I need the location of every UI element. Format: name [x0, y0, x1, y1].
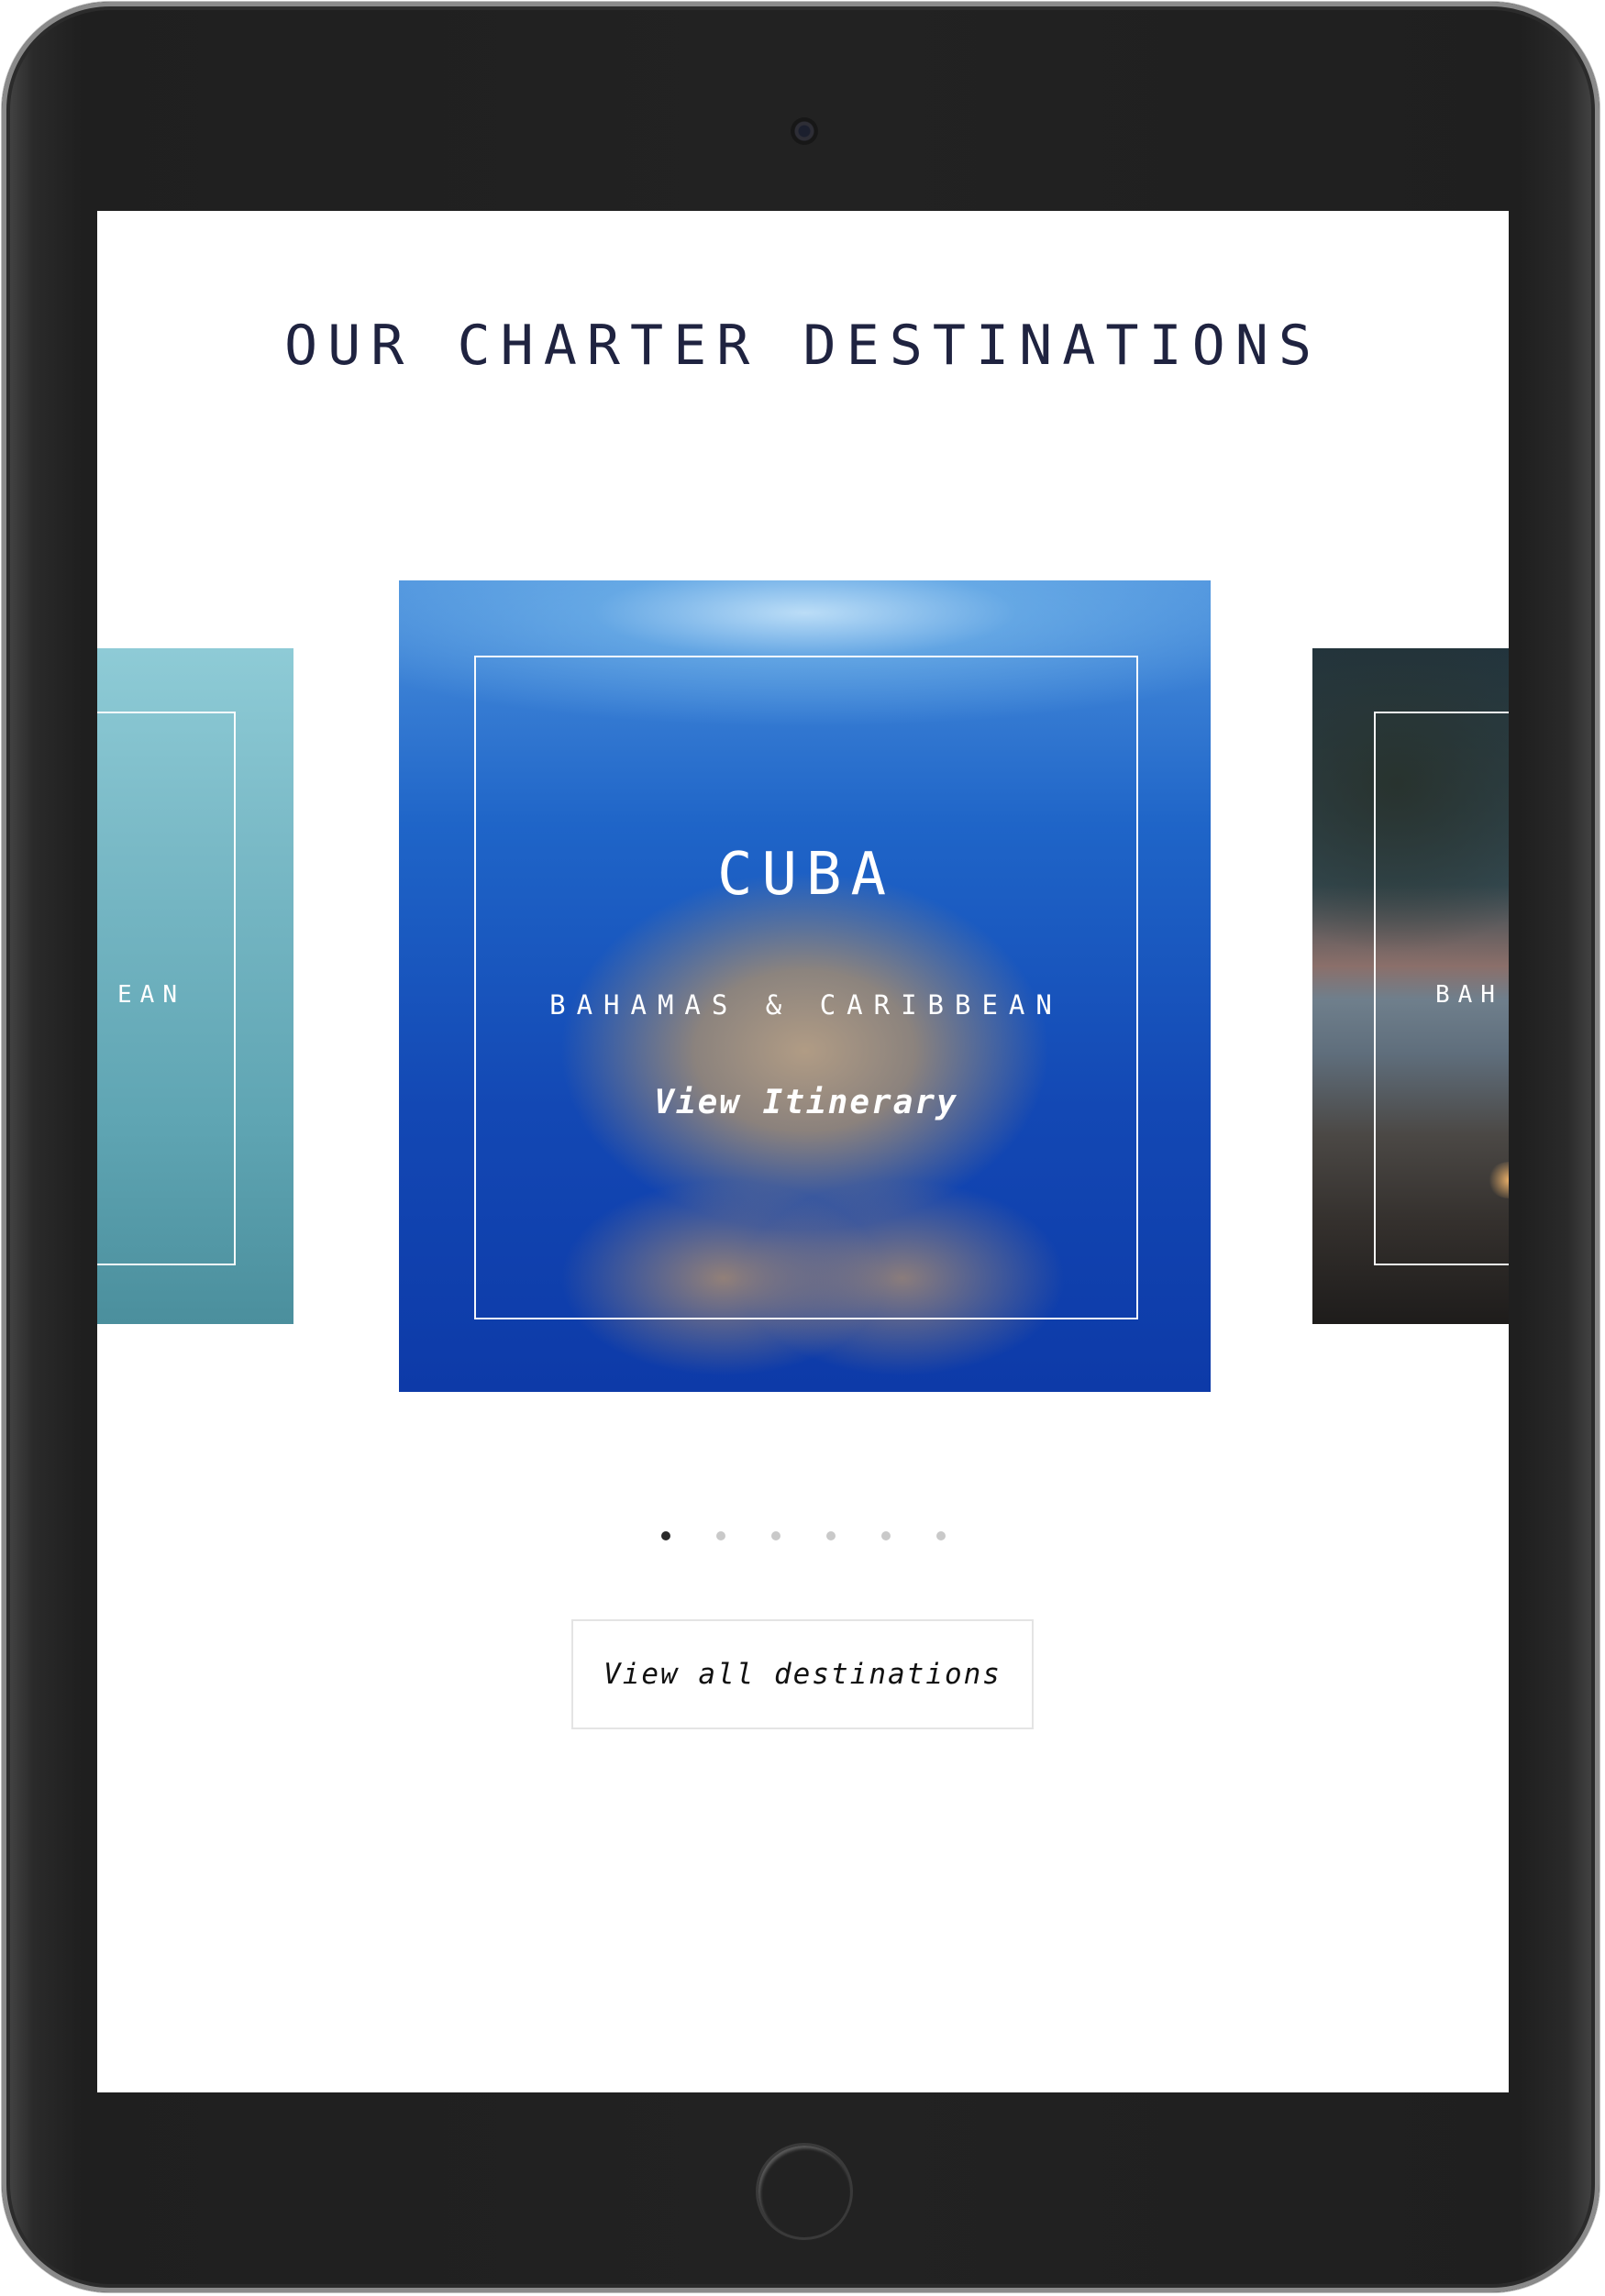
- slide-frame: CUBA BAHAMAS & CARIBBEAN View Itinerary: [474, 656, 1138, 1319]
- carousel-pagination: [97, 1531, 1509, 1540]
- carousel-dot-6[interactable]: [935, 1531, 946, 1540]
- page-title: OUR CHARTER DESTINATIONS: [284, 314, 1322, 378]
- next-slide-subtitle: BAH: [1435, 981, 1503, 1009]
- carousel-dot-5[interactable]: [880, 1531, 891, 1540]
- tablet-screen: OUR CHARTER DESTINATIONS EAN CUBA BAHAMA…: [97, 211, 1509, 2092]
- view-itinerary-link[interactable]: View Itinerary: [476, 1084, 1136, 1121]
- next-destination-slide[interactable]: BAH: [1312, 648, 1509, 1324]
- previous-slide-subtitle: EAN: [117, 981, 185, 1009]
- previous-destination-slide[interactable]: EAN: [97, 648, 293, 1324]
- destination-title: CUBA: [716, 841, 896, 909]
- carousel-dot-1[interactable]: [660, 1531, 670, 1540]
- front-camera: [791, 117, 818, 145]
- carousel-dot-2[interactable]: [715, 1531, 725, 1540]
- home-button[interactable]: [756, 2143, 853, 2240]
- cuba-destination-slide[interactable]: CUBA BAHAMAS & CARIBBEAN View Itinerary: [399, 580, 1211, 1392]
- carousel-dot-4[interactable]: [825, 1531, 836, 1540]
- view-all-destinations-button[interactable]: View all destinations: [571, 1619, 1034, 1729]
- destination-region: BAHAMAS & CARIBBEAN: [549, 989, 1063, 1021]
- carousel-dot-3[interactable]: [770, 1531, 780, 1540]
- tablet-frame: OUR CHARTER DESTINATIONS EAN CUBA BAHAMA…: [2, 2, 1599, 2292]
